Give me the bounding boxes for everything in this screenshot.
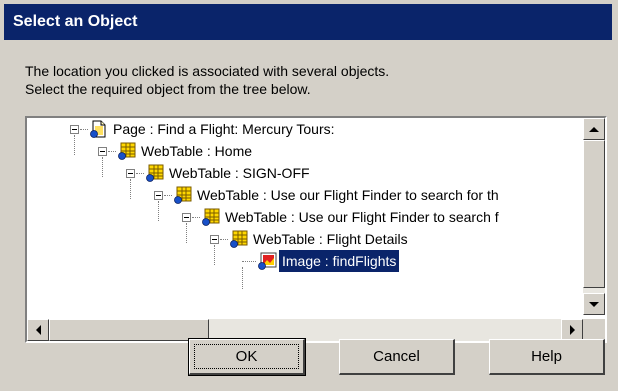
tree-node-label: WebTable : Use our Flight Finder to sear… bbox=[225, 209, 499, 225]
scroll-down-button[interactable] bbox=[583, 293, 605, 315]
collapse-icon[interactable] bbox=[182, 213, 191, 222]
select-object-dialog: Select an Object The location you clicke… bbox=[0, 0, 618, 391]
tree-node-webtable-flight-finder[interactable]: WebTable : Use our Flight Finder to sear… bbox=[27, 184, 583, 206]
help-button[interactable]: Help bbox=[489, 339, 605, 375]
dialog-title: Select an Object bbox=[4, 4, 612, 40]
arrow-left-icon bbox=[35, 325, 41, 335]
webtable-icon bbox=[145, 164, 165, 182]
collapse-icon[interactable] bbox=[126, 169, 135, 178]
instruction-line-1: The location you clicked is associated w… bbox=[25, 63, 390, 79]
tree-node-webtable-home[interactable]: WebTable : Home bbox=[27, 140, 583, 162]
arrow-up-icon bbox=[589, 126, 599, 132]
horizontal-scrollbar[interactable] bbox=[27, 319, 583, 341]
tree-node-label: WebTable : SIGN-OFF bbox=[169, 165, 310, 181]
cancel-button-label: Cancel bbox=[373, 348, 420, 365]
tree-node-webtable-flight-details[interactable]: WebTable : Flight Details bbox=[27, 228, 583, 250]
vertical-scroll-thumb[interactable] bbox=[583, 140, 605, 288]
image-icon bbox=[257, 252, 277, 270]
tree-node-label: WebTable : Use our Flight Finder to sear… bbox=[197, 187, 499, 203]
webtable-icon bbox=[201, 208, 221, 226]
tree-node-page[interactable]: Page : Find a Flight: Mercury Tours: bbox=[27, 118, 583, 140]
horizontal-scroll-thumb[interactable] bbox=[49, 319, 209, 341]
tree-node-label: WebTable : Flight Details bbox=[253, 231, 408, 247]
webtable-icon bbox=[117, 142, 137, 160]
tree-node-webtable-flight-finder-2[interactable]: WebTable : Use our Flight Finder to sear… bbox=[27, 206, 583, 228]
tree-viewport: Page : Find a Flight: Mercury Tours: Web… bbox=[27, 118, 583, 315]
tree-node-image-findflights[interactable]: Image : findFlights bbox=[27, 250, 583, 272]
ok-button[interactable]: OK bbox=[188, 338, 306, 376]
cancel-button[interactable]: Cancel bbox=[339, 339, 455, 375]
object-tree[interactable]: Page : Find a Flight: Mercury Tours: Web… bbox=[25, 116, 607, 343]
focus-rect bbox=[194, 344, 299, 369]
collapse-icon[interactable] bbox=[70, 125, 79, 134]
vertical-scrollbar[interactable] bbox=[583, 118, 605, 315]
collapse-icon[interactable] bbox=[98, 147, 107, 156]
arrow-right-icon bbox=[569, 325, 575, 335]
collapse-icon[interactable] bbox=[210, 235, 219, 244]
tree-node-label: WebTable : Home bbox=[141, 143, 253, 159]
scroll-left-button[interactable] bbox=[27, 319, 49, 341]
collapse-icon[interactable] bbox=[154, 191, 163, 200]
tree-node-label: Page : Find a Flight: Mercury Tours: bbox=[113, 121, 335, 137]
instruction-line-2: Select the required object from the tree… bbox=[25, 81, 311, 97]
scroll-right-button[interactable] bbox=[561, 319, 583, 341]
instructions-text: The location you clicked is associated w… bbox=[25, 62, 389, 98]
tree-node-webtable-signoff[interactable]: WebTable : SIGN-OFF bbox=[27, 162, 583, 184]
scrollbar-corner bbox=[583, 319, 605, 341]
webtable-icon bbox=[173, 186, 193, 204]
help-button-label: Help bbox=[531, 348, 562, 365]
webtable-icon bbox=[229, 230, 249, 248]
arrow-down-icon bbox=[589, 301, 599, 307]
tree-node-label-selected: Image : findFlights bbox=[279, 250, 400, 272]
scroll-up-button[interactable] bbox=[583, 118, 605, 140]
page-icon bbox=[89, 120, 109, 138]
